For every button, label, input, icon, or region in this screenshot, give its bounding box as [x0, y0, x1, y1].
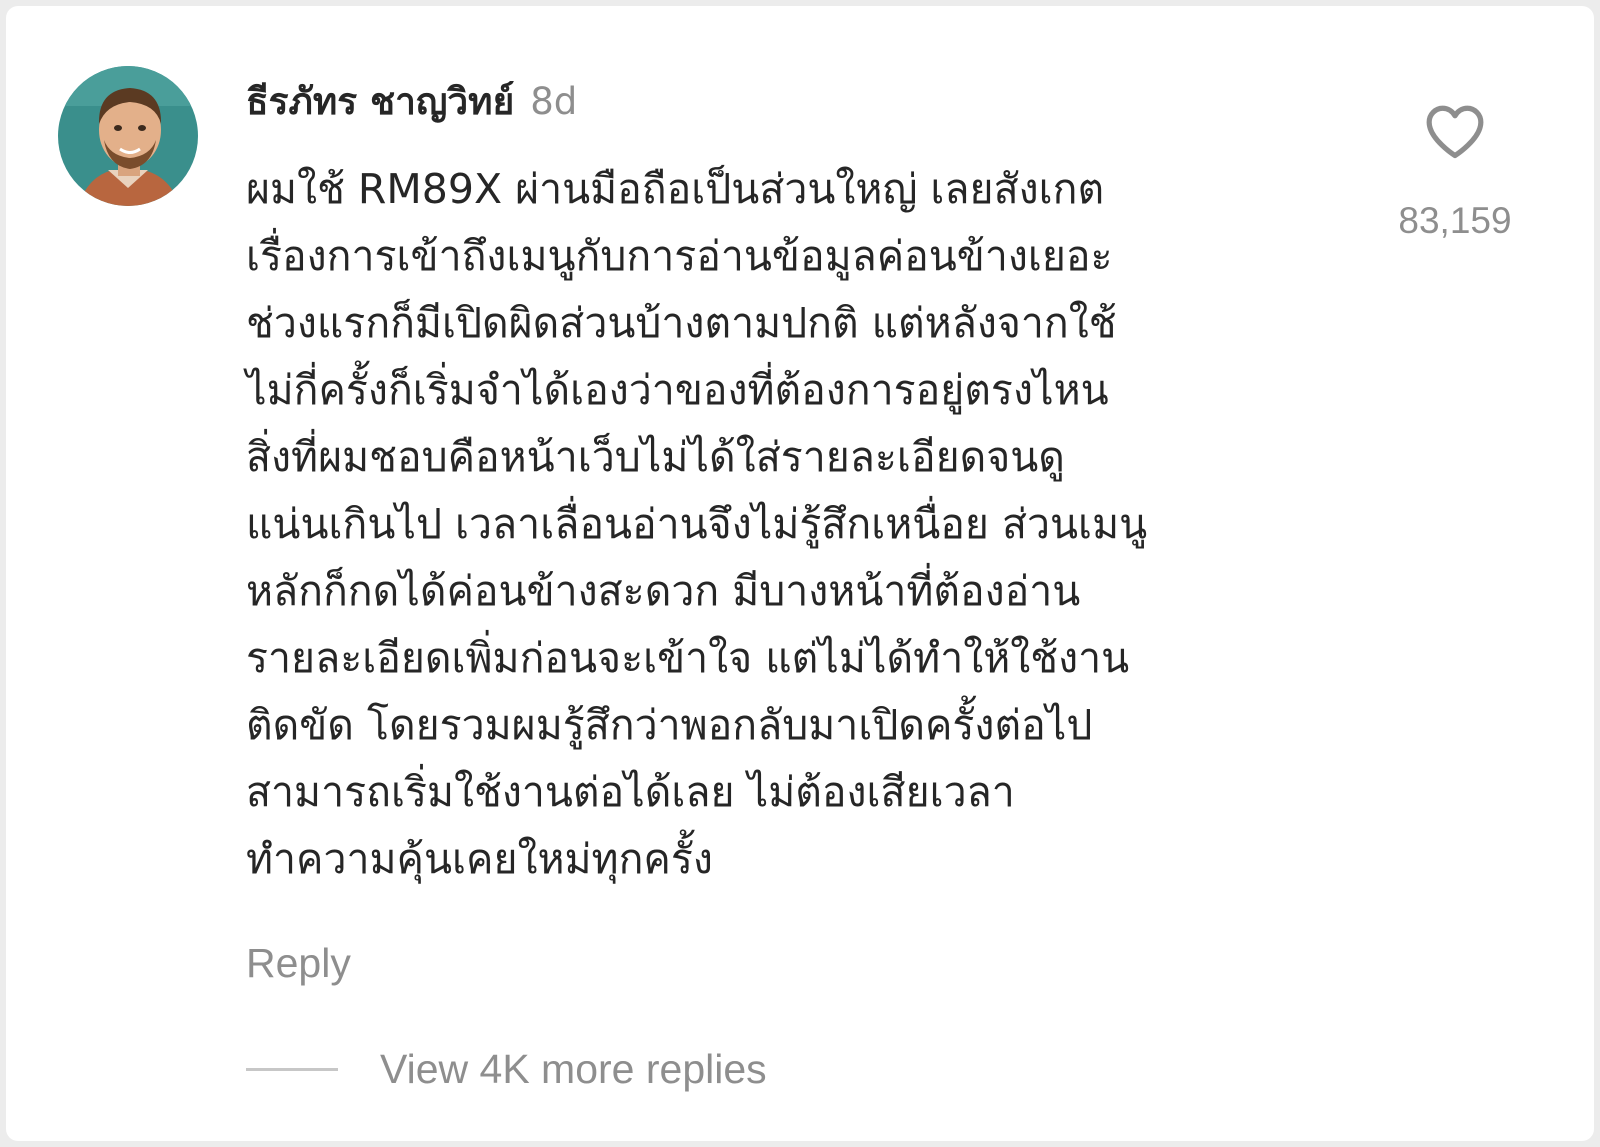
comment-line: เรื่องการเข้าถึงเมนูกับการอ่านข้อมูลค่อน…: [246, 232, 1113, 280]
comment-line: ทำความคุ้นเคยใหม่ทุกครั้ง: [246, 835, 713, 883]
comment-line: แน่นเกินไป เวลาเลื่อนอ่านจึงไม่รู้สึกเหน…: [246, 500, 1148, 548]
reply-button[interactable]: Reply: [246, 940, 351, 987]
comment-time: 8d: [530, 80, 578, 123]
view-more-replies-label: View 4K more replies: [380, 1045, 767, 1092]
avatar[interactable]: [58, 66, 198, 206]
like-count: 83,159: [1398, 200, 1512, 241]
comment-header: ธีรภัทร ชาญวิทย์ 8d: [246, 76, 577, 128]
comment-line: รายละเอียดเพิ่มก่อนจะเข้าใจ แต่ไม่ได้ทำใ…: [246, 634, 1130, 682]
comment-line: ติดขัด โดยรวมผมรู้สึกว่าพอกลับมาเปิดครั้…: [246, 701, 1093, 749]
comment-line: สามารถเริ่มใช้งานต่อได้เลย ไม่ต้องเสียเว…: [246, 768, 1015, 816]
comment-line: ช่วงแรกก็มีเปิดผิดส่วนบ้างตามปกติ แต่หลั…: [246, 299, 1117, 347]
like-button[interactable]: [1424, 102, 1486, 160]
heart-outline-icon: [1426, 105, 1484, 159]
comment-line: หลักก็กดได้ค่อนข้างสะดวก มีบางหน้าที่ต้อ…: [246, 567, 1081, 615]
comment-card: ธีรภัทร ชาญวิทย์ 8d ผมใช้ RM89X ผ่านมือถื…: [6, 6, 1594, 1141]
comment-text: ผมใช้ RM89X ผ่านมือถือเป็นส่วนใหญ่ เลยสั…: [246, 156, 1356, 893]
replies-divider: [246, 1067, 338, 1071]
comment-line: ไม่กี่ครั้งก็เริ่มจำได้เองว่าของที่ต้องก…: [246, 366, 1109, 414]
comment-line: สิ่งที่ผมชอบคือหน้าเว็บไม่ได้ใส่รายละเอี…: [246, 433, 1065, 481]
comment-line: ผมใช้ RM89X ผ่านมือถือเป็นส่วนใหญ่ เลยสั…: [246, 165, 1105, 213]
author-name[interactable]: ธีรภัทร ชาญวิทย์: [246, 80, 514, 123]
view-more-replies-button[interactable]: View 4K more replies: [246, 1044, 767, 1094]
